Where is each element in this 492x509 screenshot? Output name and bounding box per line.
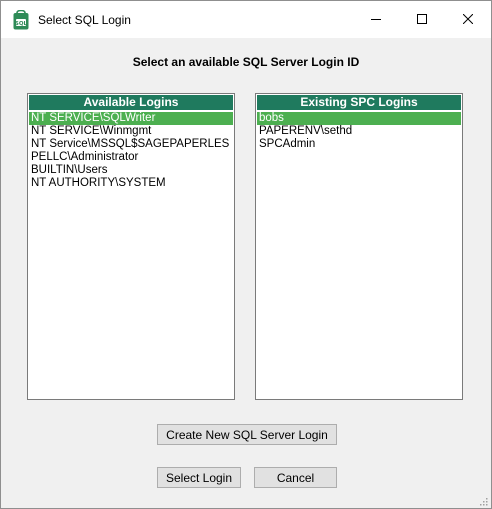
available-login-item[interactable]: NT AUTHORITY\SYSTEM <box>29 177 233 190</box>
existing-login-item[interactable]: PAPERENV\sethd <box>257 125 461 138</box>
existing-logins-list[interactable]: bobs PAPERENV\sethd SPCAdmin <box>256 110 462 151</box>
cancel-button[interactable]: Cancel <box>254 467 337 488</box>
existing-logins-header: Existing SPC Logins <box>257 95 461 110</box>
close-button[interactable] <box>445 1 491 38</box>
available-login-item[interactable]: PELLC\Administrator <box>29 151 233 164</box>
create-login-button[interactable]: Create New SQL Server Login <box>157 424 337 445</box>
select-login-button[interactable]: Select Login <box>157 467 241 488</box>
window-title: Select SQL Login <box>38 13 131 27</box>
sql-app-icon: SQL <box>13 9 29 30</box>
available-login-item[interactable]: NT SERVICE\SQLWriter <box>29 112 233 125</box>
existing-logins-listbox[interactable]: Existing SPC Logins bobs PAPERENV\sethd SP… <box>255 93 463 400</box>
close-icon <box>462 13 474 27</box>
maximize-icon <box>417 13 427 27</box>
available-login-item[interactable]: NT Service\MSSQL$SAGEPAPERLES <box>29 138 233 151</box>
existing-login-item[interactable]: SPCAdmin <box>257 138 461 151</box>
instruction-label: Select an available SQL Server Login ID <box>132 55 360 69</box>
svg-text:SQL: SQL <box>15 21 28 27</box>
minimize-icon <box>371 13 381 27</box>
available-login-item[interactable]: BUILTIN\Users <box>29 164 233 177</box>
select-sql-login-dialog: SQL Select SQL Login Select an available… <box>0 0 492 509</box>
maximize-button[interactable] <box>399 1 445 38</box>
title-bar[interactable]: SQL Select SQL Login <box>1 1 491 38</box>
available-logins-header: Available Logins <box>29 95 233 110</box>
resize-grip-icon[interactable] <box>478 495 488 506</box>
minimize-button[interactable] <box>353 1 399 38</box>
available-login-item[interactable]: NT SERVICE\Winmgmt <box>29 125 233 138</box>
existing-login-item[interactable]: bobs <box>257 112 461 125</box>
available-logins-list[interactable]: NT SERVICE\SQLWriter NT SERVICE\Winmgmt NT… <box>28 110 234 190</box>
available-logins-listbox[interactable]: Available Logins NT SERVICE\SQLWriter NT … <box>27 93 235 400</box>
